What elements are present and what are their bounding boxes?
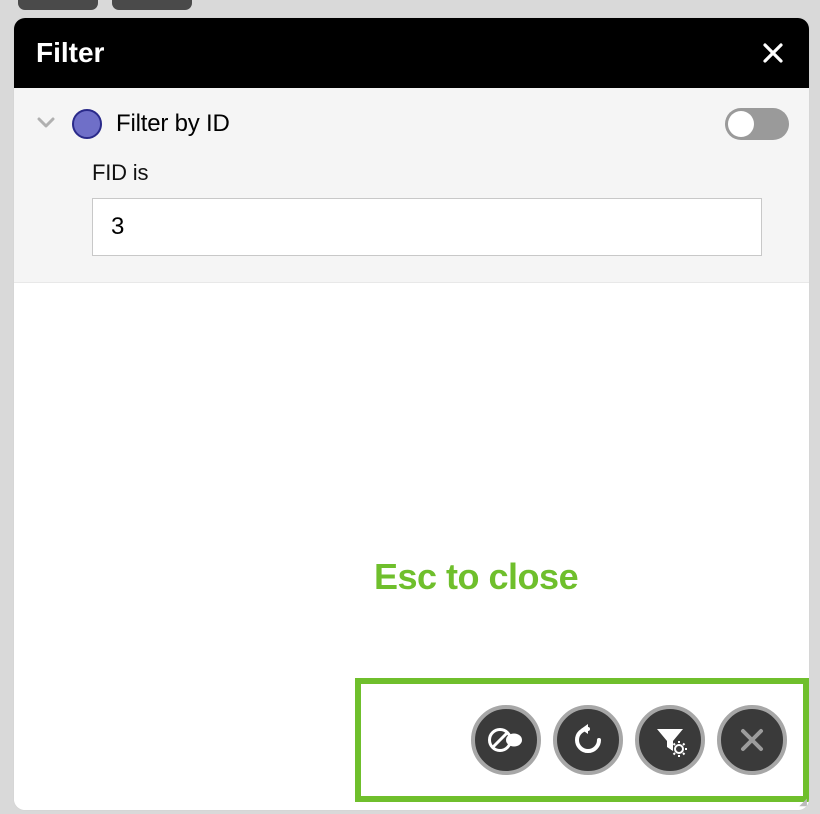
filter-settings-button[interactable]	[635, 705, 705, 775]
filter-modal: Filter Filter by ID FID is Esc to close	[13, 17, 810, 811]
close-button[interactable]	[759, 39, 787, 67]
action-bar	[355, 678, 809, 802]
filter-row-header: Filter by ID	[34, 108, 789, 140]
resize-handle-icon[interactable]: ◢	[799, 797, 807, 808]
background-pill	[112, 0, 192, 10]
filter-title: Filter by ID	[116, 110, 711, 138]
modal-header: Filter	[14, 18, 809, 88]
filter-state-dot-icon	[72, 109, 102, 139]
filter-field-block: FID is	[34, 140, 789, 256]
esc-hint: Esc to close	[374, 556, 578, 598]
toggle-knob	[728, 111, 754, 137]
funnel-gear-icon	[652, 722, 688, 758]
x-icon	[738, 726, 766, 754]
modal-title: Filter	[36, 37, 759, 69]
filter-section: Filter by ID FID is	[14, 88, 809, 283]
modal-body: Esc to close	[14, 283, 809, 810]
undo-icon	[570, 722, 606, 758]
close-icon	[762, 42, 784, 64]
toggle-off-button[interactable]	[471, 705, 541, 775]
field-label: FID is	[92, 160, 789, 186]
block-toggle-icon	[487, 721, 525, 759]
close-action-button[interactable]	[717, 705, 787, 775]
fid-input[interactable]	[92, 198, 762, 256]
background-pill	[18, 0, 98, 10]
enable-filter-toggle[interactable]	[725, 108, 789, 140]
chevron-down-icon[interactable]	[34, 110, 58, 139]
reset-button[interactable]	[553, 705, 623, 775]
